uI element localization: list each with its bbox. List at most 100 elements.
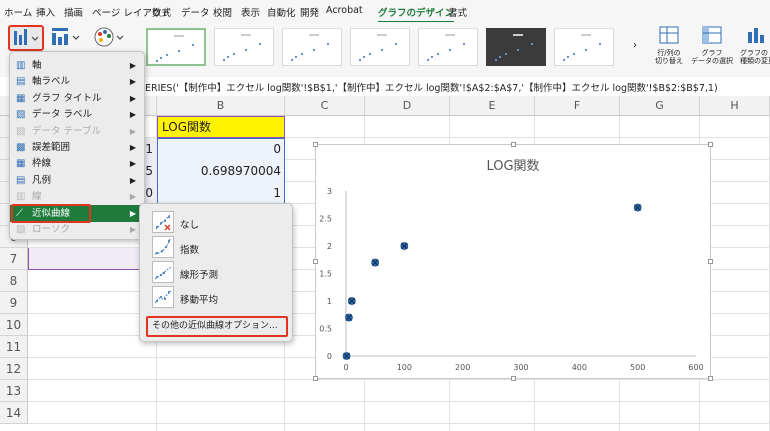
submenu-arrow-icon: ▶ [129, 175, 136, 185]
menu-item-6[interactable]: ▦ 枠線 ▶ [10, 155, 144, 172]
chart-style-thumbnail[interactable] [282, 28, 342, 66]
data-point[interactable] [371, 258, 380, 267]
trendline-linear-forecast-icon [152, 261, 174, 283]
row-header-7[interactable]: 7 [0, 248, 28, 270]
y-tick-label: 2 [327, 242, 332, 251]
column-header-H[interactable]: H [700, 96, 770, 116]
menu-item-1[interactable]: ▤ 軸ラベル ▶ [10, 73, 144, 90]
tab-2[interactable]: 描画 [64, 5, 83, 19]
tab-5[interactable]: データ [181, 5, 210, 19]
data-point[interactable] [633, 203, 642, 212]
trendline-linear-forecast-item[interactable]: 線形予測 [152, 260, 292, 286]
row-header-12[interactable]: 12 [0, 358, 28, 380]
chart-style-thumbnail[interactable] [554, 28, 614, 66]
chart-style-thumbnail[interactable] [214, 28, 274, 66]
cell-b1-text: LOG関数 [162, 120, 212, 134]
row-header-10[interactable]: 10 [0, 314, 28, 336]
cell-b1[interactable]: LOG関数 [157, 116, 285, 138]
menu-item-icon: ▤ [16, 174, 26, 186]
menu-item-7[interactable]: ▤ 凡例 ▶ [10, 172, 144, 189]
column-header-D[interactable]: D [365, 96, 450, 116]
change-chart-type-icon [748, 28, 764, 43]
menu-item-icon: ▦ [16, 92, 26, 104]
tab-10[interactable]: Acrobat [326, 5, 363, 16]
menu-item-icon: ▧ [16, 224, 26, 235]
chart-resize-handle[interactable] [313, 376, 318, 381]
tab-9[interactable]: 開発 [300, 5, 319, 19]
chart-style-thumbnail[interactable] [418, 28, 478, 66]
chart-resize-handle[interactable] [313, 142, 318, 147]
cell-b4[interactable]: 1 [157, 182, 285, 204]
chart-resize-handle[interactable] [708, 142, 713, 147]
add-chart-element-button[interactable] [8, 25, 44, 51]
y-tick-label: 0 [327, 352, 332, 361]
x-tick-label: 500 [630, 363, 645, 372]
trendline-exponential-item[interactable]: 指数 [152, 235, 292, 261]
chart-resize-handle[interactable] [708, 376, 713, 381]
menu-item-2[interactable]: ▦ グラフ タイトル ▶ [10, 90, 144, 107]
cell-b3[interactable]: 0.698970004 [157, 160, 285, 182]
column-header-B[interactable]: B [157, 96, 285, 116]
submenu-arrow-icon: ▶ [129, 110, 136, 120]
trendline-none-label: なし [180, 220, 200, 231]
menu-item-label: データ ラベル [32, 109, 93, 121]
cell-a7[interactable]: 5 [28, 248, 157, 270]
switch-row-column-label: 行/列の 切り替え [655, 49, 683, 65]
column-header-F[interactable]: F [535, 96, 620, 116]
trendline-none-item[interactable]: なし [152, 210, 292, 236]
switch-row-column-icon [659, 26, 679, 44]
column-header-E[interactable]: E [450, 96, 535, 116]
formula-text[interactable]: ERIES('【制作中】エクセル log関数'!$B$1,'【制作中】エクセル … [145, 80, 718, 94]
select-data-button[interactable]: グラフ データの選択 [690, 24, 734, 74]
chart-resize-handle[interactable] [708, 259, 713, 264]
tab-1[interactable]: 挿入 [36, 5, 55, 19]
row-header-11[interactable]: 11 [0, 336, 28, 358]
menu-item-icon: ▥ [16, 191, 26, 203]
menu-item-0[interactable]: ▥ 軸 ▶ [10, 57, 144, 74]
row-header-9[interactable]: 9 [0, 292, 28, 314]
trendline-moving-average-item[interactable]: 移動平均 [152, 285, 292, 311]
row-header-14[interactable]: 14 [0, 402, 28, 424]
tab-11[interactable]: グラフのデザイン [378, 5, 455, 23]
data-point[interactable] [342, 352, 351, 360]
data-point[interactable] [345, 313, 353, 322]
tab-8[interactable]: 自動化 [267, 5, 296, 19]
chart-style-thumbnail[interactable] [486, 28, 546, 66]
chart-resize-handle[interactable] [511, 376, 516, 381]
trendline-none-icon [152, 211, 174, 233]
scatter-chart[interactable]: LOG関数 0 100 200 300 400 500 600 0 0.5 1 1.5 2 2.5 3 [315, 144, 711, 379]
x-tick-label: 600 [688, 363, 703, 372]
trendline-moving-average-icon [152, 286, 174, 308]
quick-layout-button[interactable] [48, 25, 82, 51]
chart-style-thumbnail[interactable] [146, 28, 206, 66]
menu-item-8: ▥ 線 ▶ [10, 188, 144, 205]
menu-item-5[interactable]: ▩ 誤差範囲 ▶ [10, 139, 144, 156]
chart-resize-handle[interactable] [313, 259, 318, 264]
submenu-arrow-icon: ▶ [129, 77, 136, 87]
row-header-13[interactable]: 13 [0, 380, 28, 402]
data-point[interactable] [400, 242, 409, 250]
column-header-G[interactable]: G [620, 96, 700, 116]
switch-row-column-button[interactable]: 行/列の 切り替え [650, 24, 688, 74]
x-tick-label: 400 [572, 363, 587, 372]
tab-4[interactable]: 数式 [152, 5, 171, 19]
data-point[interactable] [347, 297, 356, 305]
menu-item-3[interactable]: ▧ データ ラベル ▶ [10, 106, 144, 123]
tab-7[interactable]: 表示 [241, 5, 260, 19]
cell-b2[interactable]: 0 [157, 138, 285, 160]
add-chart-element-menu: ▥ 軸 ▶ ▤ 軸ラベル ▶ ▦ グラフ タイトル ▶ ▧ データ ラベル ▶ ▨ データ テーブル ▶ ▩ 誤… [9, 51, 145, 240]
change-chart-type-button[interactable]: グラフの 種類の変更 [740, 24, 770, 74]
tab-6[interactable]: 校閲 [213, 5, 232, 19]
menu-item-label: 凡例 [32, 174, 52, 186]
chart-resize-handle[interactable] [511, 142, 516, 147]
column-header-C[interactable]: C [285, 96, 365, 116]
row-header-8[interactable]: 8 [0, 270, 28, 292]
chart-style-thumbnail[interactable] [350, 28, 410, 66]
tab-12[interactable]: 書式 [448, 5, 467, 19]
menu-item-icon: ▤ [16, 76, 26, 88]
tab-0[interactable]: ホーム [4, 5, 32, 19]
menu-item-label: ローソク [32, 224, 71, 235]
chart-title[interactable]: LOG関数 [486, 159, 539, 174]
change-colors-button[interactable] [92, 25, 126, 51]
gallery-scroll-button[interactable]: › [630, 36, 640, 56]
